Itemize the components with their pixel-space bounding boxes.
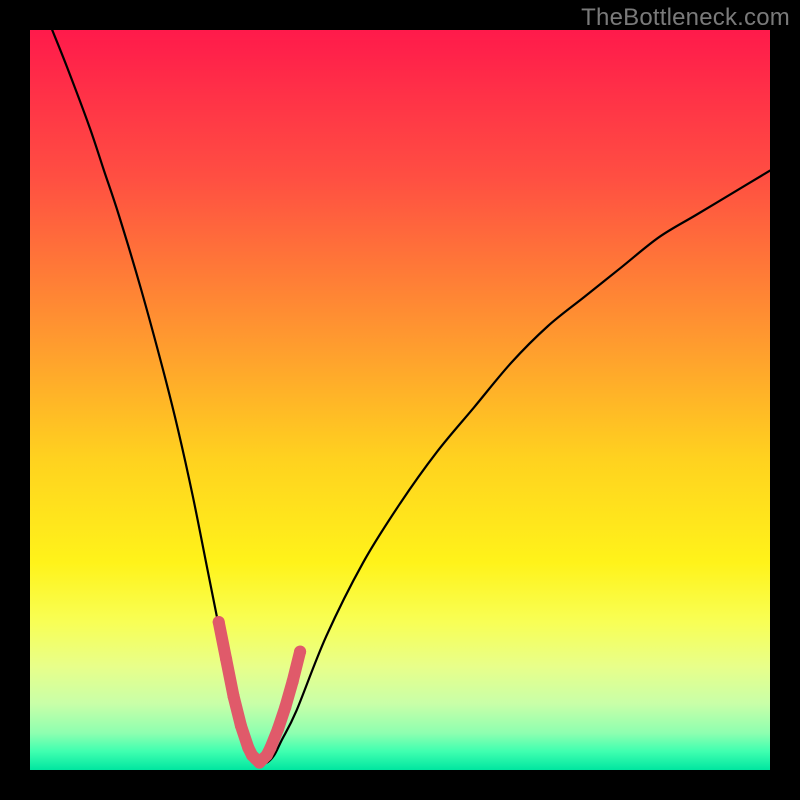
valley-marker <box>220 653 232 665</box>
valley-marker <box>228 690 240 702</box>
bottleneck-curve <box>52 30 770 764</box>
valley-marker <box>265 742 277 754</box>
valley-markers <box>213 616 306 769</box>
watermark-text: TheBottleneck.com <box>581 4 790 32</box>
valley-marker <box>279 701 291 713</box>
plot-area <box>30 30 770 770</box>
valley-marker <box>213 616 225 628</box>
chart-frame: TheBottleneck.com <box>0 0 800 800</box>
curve-layer <box>30 30 770 770</box>
valley-marker <box>235 720 247 732</box>
valley-marker <box>272 723 284 735</box>
valley-marker <box>294 646 306 658</box>
valley-marker <box>287 675 299 687</box>
